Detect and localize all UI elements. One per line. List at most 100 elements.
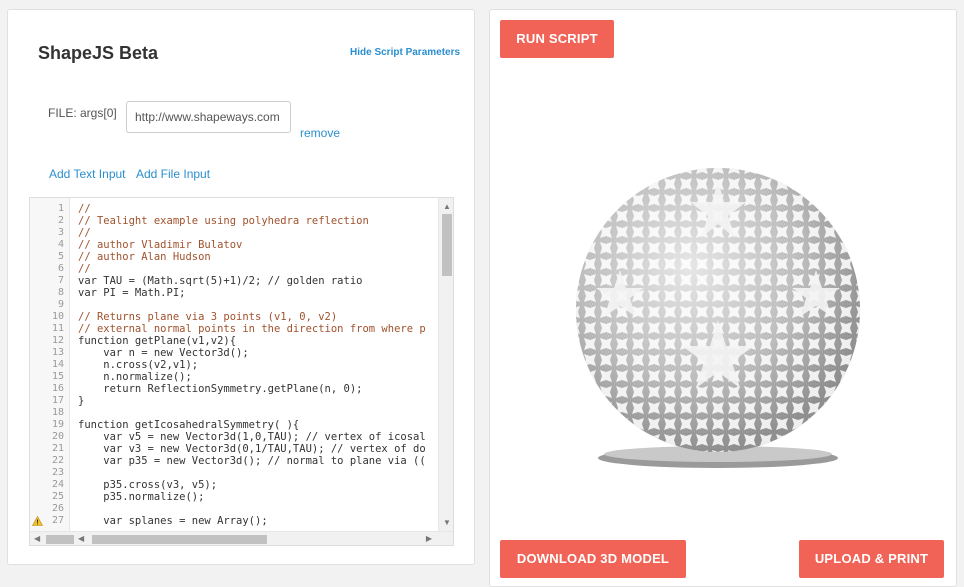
add-file-input-link[interactable]: Add File Input: [136, 167, 210, 181]
code-text[interactable]: }: [78, 395, 84, 407]
preview-panel: RUN SCRIPT DOWNLOAD 3D MODEL UPLOAD & PR…: [489, 9, 957, 587]
scroll-down-icon[interactable]: ▼: [443, 518, 451, 527]
code-text[interactable]: //: [78, 263, 91, 275]
code-lines[interactable]: 1 // 2 // Tealight example using polyhedra …: [30, 203, 440, 528]
line-number: 16: [51, 383, 64, 394]
code-line[interactable]: 1 //: [30, 203, 440, 215]
line-number: 7: [57, 275, 64, 286]
3d-model-preview[interactable]: [550, 120, 890, 490]
remove-link[interactable]: remove: [300, 126, 340, 140]
code-text[interactable]: //: [78, 203, 91, 215]
code-line[interactable]: 18: [30, 407, 440, 419]
code-text[interactable]: n.cross(v2,v1);: [78, 359, 198, 371]
line-number: 4: [57, 239, 64, 250]
line-number: 26: [51, 503, 64, 514]
code-text[interactable]: var n = new Vector3d();: [78, 347, 248, 359]
script-panel: ShapeJS Beta Hide Script Parameters FILE…: [7, 9, 475, 565]
code-line[interactable]: 4 // author Vladimir Bulatov: [30, 239, 440, 251]
vertical-scroll-thumb[interactable]: [442, 214, 452, 276]
line-number: 21: [51, 443, 64, 454]
line-number: 19: [51, 419, 64, 430]
file-param-label: FILE: args[0]: [48, 106, 117, 120]
scroll-up-icon[interactable]: ▲: [443, 202, 451, 211]
line-number: 1: [57, 203, 64, 214]
run-script-button[interactable]: RUN SCRIPT: [500, 20, 614, 58]
code-text[interactable]: p35.normalize();: [78, 491, 204, 503]
code-text[interactable]: var v3 = new Vector3d(0,1/TAU,TAU); // v…: [78, 443, 425, 455]
line-number: 22: [51, 455, 64, 466]
code-line[interactable]: 24 p35.cross(v3, v5);: [30, 479, 440, 491]
line-number: 25: [51, 491, 64, 502]
code-text[interactable]: // external normal points in the directi…: [78, 323, 426, 335]
code-text[interactable]: var PI = Math.PI;: [78, 287, 185, 299]
code-line[interactable]: 8 var PI = Math.PI;: [30, 287, 440, 299]
code-line[interactable]: 19 function getIcosahedralSymmetry( ){: [30, 419, 440, 431]
code-line[interactable]: 13 var n = new Vector3d();: [30, 347, 440, 359]
code-line[interactable]: 22 var p35 = new Vector3d(); // normal t…: [30, 455, 440, 467]
scroll-left-icon[interactable]: ◀: [78, 534, 84, 543]
code-line[interactable]: 9: [30, 299, 440, 311]
file-url-input[interactable]: [126, 101, 291, 133]
line-number: 15: [51, 371, 64, 382]
code-text[interactable]: // Returns plane via 3 points (v1, 0, v2…: [78, 311, 337, 323]
line-number: 18: [51, 407, 64, 418]
line-number: 3: [57, 227, 64, 238]
code-text[interactable]: var TAU = (Math.sqrt(5)+1)/2; // golden …: [78, 275, 362, 287]
code-line[interactable]: 27 var splanes = new Array();: [30, 515, 440, 527]
code-line[interactable]: 17}: [30, 395, 440, 407]
line-number: 23: [51, 467, 64, 478]
code-line[interactable]: 14 n.cross(v2,v1);: [30, 359, 440, 371]
code-editor[interactable]: 1 // 2 // Tealight example using polyhedra …: [29, 197, 454, 546]
line-number: 20: [51, 431, 64, 442]
download-3d-model-button[interactable]: DOWNLOAD 3D MODEL: [500, 540, 686, 578]
code-text[interactable]: // Tealight example using polyhedra refl…: [78, 215, 369, 227]
upload-and-print-button[interactable]: UPLOAD & PRINT: [799, 540, 944, 578]
code-line[interactable]: 20 var v5 = new Vector3d(1,0,TAU); // ve…: [30, 431, 440, 443]
code-line[interactable]: 2 // Tealight example using polyhedra ref…: [30, 215, 440, 227]
line-number: 11: [51, 323, 64, 334]
code-line[interactable]: 15 n.normalize();: [30, 371, 440, 383]
code-line[interactable]: 5 // author Alan Hudson: [30, 251, 440, 263]
line-number: 12: [51, 335, 64, 346]
app-title: ShapeJS Beta: [38, 43, 159, 63]
code-line[interactable]: 12 function getPlane(v1,v2){: [30, 335, 440, 347]
code-text[interactable]: var v5 = new Vector3d(1,0,TAU); // verte…: [78, 431, 425, 443]
code-line[interactable]: 26: [30, 503, 440, 515]
code-line[interactable]: 25 p35.normalize();: [30, 491, 440, 503]
line-number: 10: [51, 311, 64, 322]
warning-icon[interactable]: [32, 516, 43, 526]
code-line[interactable]: 3 //: [30, 227, 440, 239]
code-text[interactable]: p35.cross(v3, v5);: [78, 479, 217, 491]
code-line[interactable]: 21 var v3 = new Vector3d(0,1/TAU,TAU); /…: [30, 443, 440, 455]
line-number: 17: [51, 395, 64, 406]
add-text-input-link[interactable]: Add Text Input: [49, 167, 126, 181]
line-number: 14: [51, 359, 64, 370]
code-text[interactable]: //: [78, 227, 91, 239]
vertical-scrollbar[interactable]: ▲ ▼: [438, 198, 453, 531]
line-number: 8: [57, 287, 64, 298]
code-text[interactable]: function getPlane(v1,v2){: [78, 335, 236, 347]
scroll-left-icon[interactable]: ◀: [34, 534, 40, 543]
code-line[interactable]: 16 return ReflectionSymmetry.getPlane(n,…: [30, 383, 440, 395]
code-text[interactable]: return ReflectionSymmetry.getPlane(n, 0)…: [78, 383, 362, 395]
line-number: 5: [57, 251, 64, 262]
code-line[interactable]: 6 //: [30, 263, 440, 275]
code-text[interactable]: // author Vladimir Bulatov: [78, 239, 242, 251]
gutter-scroll-thumb[interactable]: [46, 535, 74, 544]
line-number: 24: [51, 479, 64, 490]
code-text[interactable]: var p35 = new Vector3d(); // normal to p…: [78, 455, 425, 467]
code-line[interactable]: 11 // external normal points in the direc…: [30, 323, 440, 335]
code-line[interactable]: 10 // Returns plane via 3 points (v1, 0, …: [30, 311, 440, 323]
code-line[interactable]: 23: [30, 467, 440, 479]
code-text[interactable]: var splanes = new Array();: [78, 515, 267, 527]
code-text[interactable]: n.normalize();: [78, 371, 192, 383]
scroll-right-icon[interactable]: ▶: [426, 534, 432, 543]
horizontal-scroll-thumb[interactable]: [92, 535, 267, 544]
line-number: 2: [57, 215, 64, 226]
horizontal-scrollbar[interactable]: ◀ ◀ ▶: [30, 531, 453, 545]
code-text[interactable]: // author Alan Hudson: [78, 251, 211, 263]
code-line[interactable]: 7 var TAU = (Math.sqrt(5)+1)/2; // golden…: [30, 275, 440, 287]
code-text[interactable]: function getIcosahedralSymmetry( ){: [78, 419, 299, 431]
line-number: 9: [57, 299, 64, 310]
hide-script-parameters-link[interactable]: Hide Script Parameters: [350, 47, 460, 58]
